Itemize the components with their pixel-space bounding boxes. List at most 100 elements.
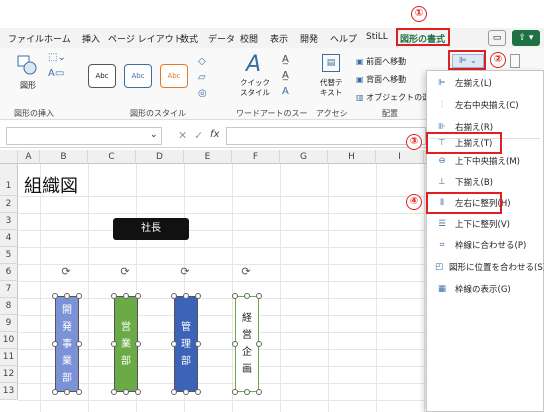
menu-align-left[interactable]: ⊫ 左揃え(L)	[427, 72, 543, 94]
resize-handle[interactable]	[76, 341, 82, 347]
col-header-c[interactable]: C	[88, 150, 136, 164]
rotate-handle-icon[interactable]: ⟳	[60, 266, 72, 278]
col-header-d[interactable]: D	[136, 150, 184, 164]
rotate-handle-icon[interactable]: ⟳	[240, 266, 252, 278]
tab-data[interactable]: データ	[208, 32, 235, 45]
text-box-icon[interactable]: A▭	[48, 68, 64, 79]
style-swatch-3[interactable]: Abc	[160, 64, 188, 88]
menu-align-bottom[interactable]: ⊥ 下揃え(B)	[427, 171, 543, 193]
resize-handle[interactable]	[171, 293, 177, 299]
outline-icon[interactable]: ▱	[198, 72, 206, 83]
fill-icon[interactable]: ◇	[198, 56, 206, 67]
selection-pane-button[interactable]: ▥ オブジェクトの選択	[356, 92, 426, 103]
tab-help[interactable]: ヘルプ	[330, 32, 357, 45]
tab-file[interactable]: ファイル	[8, 32, 44, 45]
fx-icon[interactable]: fx	[210, 129, 219, 140]
resize-handle[interactable]	[52, 341, 58, 347]
row-header-9[interactable]: 9	[0, 315, 18, 332]
col-header-e[interactable]: E	[184, 150, 232, 164]
col-header-h[interactable]: H	[328, 150, 376, 164]
tab-view[interactable]: 表示	[270, 32, 288, 45]
col-header-i[interactable]: I	[376, 150, 424, 164]
resize-handle[interactable]	[64, 293, 70, 299]
row-header-3[interactable]: 3	[0, 213, 18, 230]
group-objects-icon[interactable]	[510, 54, 520, 68]
menu-snap-to-grid[interactable]: ⌗ 枠線に合わせる(P)	[427, 234, 543, 256]
bring-forward-button[interactable]: ▣ 前面へ移動	[356, 56, 406, 67]
shapes-gallery-icon[interactable]	[16, 54, 38, 76]
row-header-8[interactable]: 8	[0, 298, 18, 315]
president-box[interactable]: 社長	[113, 218, 189, 240]
menu-distribute-vertical[interactable]: ☰ 上下に整列(V)	[427, 213, 543, 235]
row-header-13[interactable]: 13	[0, 383, 18, 400]
resize-handle[interactable]	[171, 341, 177, 347]
col-header-b[interactable]: B	[40, 150, 88, 164]
comment-button[interactable]: ▭	[488, 30, 506, 46]
col-header-g[interactable]: G	[280, 150, 328, 164]
menu-view-gridlines[interactable]: ▦ 枠線の表示(G)	[427, 278, 543, 300]
wordart-icon[interactable]: A	[246, 52, 261, 77]
resize-handle[interactable]	[195, 293, 201, 299]
resize-handle[interactable]	[256, 293, 262, 299]
row-header-4[interactable]: 4	[0, 230, 18, 247]
resize-handle[interactable]	[123, 389, 129, 395]
resize-handle[interactable]	[135, 293, 141, 299]
name-box-dropdown-icon[interactable]: ⌄	[150, 130, 158, 140]
row-header-5[interactable]: 5	[0, 247, 18, 264]
resize-handle[interactable]	[111, 389, 117, 395]
resize-handle[interactable]	[135, 389, 141, 395]
tab-page-layout[interactable]: ページ レイアウト	[108, 32, 183, 45]
row-header-11[interactable]: 11	[0, 349, 18, 366]
send-backward-button[interactable]: ▣ 背面へ移動	[356, 74, 406, 85]
resize-handle[interactable]	[256, 341, 262, 347]
menu-snap-to-shape[interactable]: ◰ 図形に位置を合わせる(S)	[427, 256, 544, 278]
row-header-2[interactable]: 2	[0, 196, 18, 213]
alt-text-icon[interactable]: ▤	[322, 54, 340, 72]
resize-handle[interactable]	[232, 293, 238, 299]
resize-handle[interactable]	[171, 389, 177, 395]
tab-formulas[interactable]: 数式	[180, 32, 198, 45]
col-header-f[interactable]: F	[232, 150, 280, 164]
menu-align-center[interactable]: ⫶ 左右中央揃え(C)	[427, 94, 543, 116]
tab-developer[interactable]: 開発	[300, 32, 318, 45]
row-header-6[interactable]: 6	[0, 264, 18, 281]
text-outline-icon[interactable]: A̲	[282, 70, 289, 81]
text-fill-icon[interactable]: A̲	[282, 54, 289, 65]
resize-handle[interactable]	[256, 389, 262, 395]
row-header-1[interactable]: 1	[0, 164, 18, 196]
resize-handle[interactable]	[111, 341, 117, 347]
resize-handle[interactable]	[232, 341, 238, 347]
resize-handle[interactable]	[52, 293, 58, 299]
resize-handle[interactable]	[111, 293, 117, 299]
resize-handle[interactable]	[183, 293, 189, 299]
tab-still[interactable]: StiLL	[366, 32, 388, 42]
rotate-handle-icon[interactable]: ⟳	[119, 266, 131, 278]
row-header-12[interactable]: 12	[0, 366, 18, 383]
resize-handle[interactable]	[195, 341, 201, 347]
formula-input[interactable]	[226, 127, 426, 145]
resize-handle[interactable]	[195, 389, 201, 395]
cancel-icon[interactable]: ✕	[178, 129, 187, 142]
tab-home[interactable]: ホーム	[44, 32, 71, 45]
effects-icon[interactable]: ◎	[198, 88, 207, 99]
style-swatch-1[interactable]: Abc	[88, 64, 116, 88]
resize-handle[interactable]	[135, 341, 141, 347]
text-effects-icon[interactable]: A	[282, 86, 289, 97]
rotate-handle-icon[interactable]: ⟳	[179, 266, 191, 278]
style-swatch-2[interactable]: Abc	[124, 64, 152, 88]
row-header-10[interactable]: 10	[0, 332, 18, 349]
resize-handle[interactable]	[52, 389, 58, 395]
resize-handle[interactable]	[244, 389, 250, 395]
confirm-icon[interactable]: ✓	[194, 129, 203, 142]
resize-handle[interactable]	[244, 293, 250, 299]
col-header-a[interactable]: A	[18, 150, 40, 164]
resize-handle[interactable]	[123, 293, 129, 299]
row-header-7[interactable]: 7	[0, 281, 18, 298]
resize-handle[interactable]	[183, 389, 189, 395]
name-box[interactable]	[6, 127, 162, 145]
share-button[interactable]: ⇪ ▾	[512, 30, 540, 46]
select-all-corner[interactable]	[0, 150, 18, 164]
resize-handle[interactable]	[232, 389, 238, 395]
resize-handle[interactable]	[76, 389, 82, 395]
resize-handle[interactable]	[64, 389, 70, 395]
